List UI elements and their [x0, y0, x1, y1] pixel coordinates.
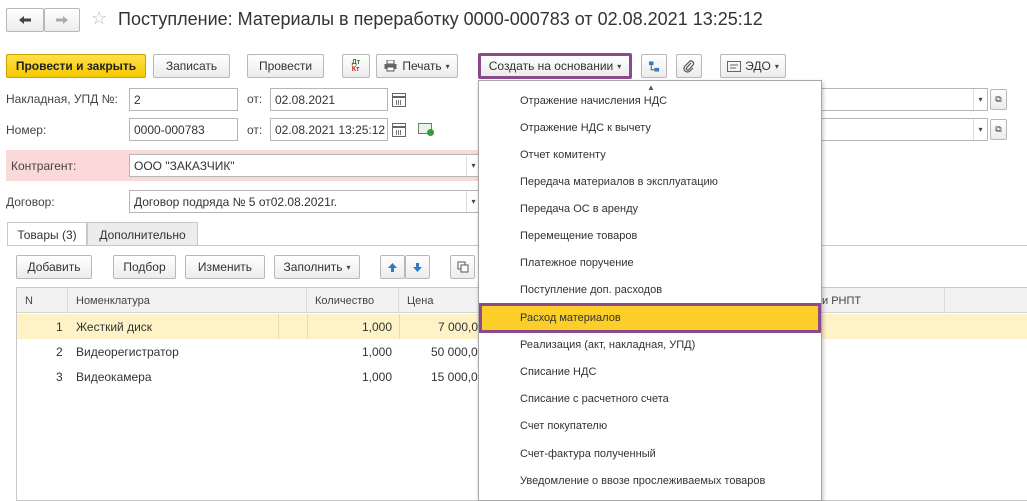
- counterparty-field[interactable]: ООО "ЗАКАЗЧИК": [129, 154, 480, 177]
- create-based-on-label: Создать на основании: [488, 59, 614, 73]
- menu-item[interactable]: Реализация (акт, накладная, УПД): [479, 331, 821, 358]
- fill-label: Заполнить: [283, 260, 343, 274]
- number-date-field[interactable]: 02.08.2021 13:25:12: [270, 118, 388, 141]
- move-up-button[interactable]: [380, 255, 405, 279]
- menu-item[interactable]: Передача материалов в эксплуатацию: [479, 168, 821, 195]
- print-label: Печать: [402, 59, 442, 73]
- row-name[interactable]: Жесткий диск: [76, 320, 152, 334]
- menu-item[interactable]: Счет-фактура полученный: [479, 440, 821, 467]
- chevron-down-icon: ▾: [346, 262, 351, 272]
- forward-button[interactable]: [44, 8, 80, 32]
- row-quantity[interactable]: 1,000: [362, 345, 392, 359]
- column-header-n[interactable]: N: [17, 288, 68, 313]
- dt-kt-button[interactable]: Дт Кт: [342, 54, 370, 78]
- select-button[interactable]: Подбор: [113, 255, 176, 279]
- row-price[interactable]: 15 000,0: [431, 370, 478, 384]
- menu-item-selected[interactable]: Расход материалов: [479, 303, 821, 333]
- edit-button[interactable]: Изменить: [185, 255, 265, 279]
- fill-button[interactable]: Заполнить ▾: [274, 255, 360, 279]
- row-quantity[interactable]: 1,000: [362, 320, 392, 334]
- row-price[interactable]: 7 000,0: [438, 320, 478, 334]
- chevron-down-icon[interactable]: ▾: [973, 119, 987, 140]
- add-button[interactable]: Добавить: [16, 255, 92, 279]
- cell-divider: [399, 314, 400, 339]
- post-button[interactable]: Провести: [247, 54, 324, 78]
- invoice-from-label: от:: [247, 92, 263, 106]
- cell-divider: [307, 314, 308, 339]
- edo-button[interactable]: ЭДО ▾: [720, 54, 786, 78]
- calendar-icon[interactable]: [392, 123, 406, 137]
- edo-label: ЭДО: [745, 59, 771, 73]
- page-title: Поступление: Материалы в переработку 000…: [118, 9, 763, 29]
- column-header-rnpt[interactable]: и РНПТ: [814, 288, 945, 313]
- attach-button[interactable]: [676, 54, 702, 78]
- row-name[interactable]: Видеокамера: [76, 370, 152, 384]
- arrow-up-icon: [388, 262, 397, 272]
- row-number: 1: [56, 320, 63, 334]
- back-button[interactable]: [6, 8, 44, 32]
- counterparty-label: Контрагент:: [11, 159, 77, 173]
- arrow-right-icon: [56, 16, 68, 24]
- number-from-label: от:: [247, 123, 263, 137]
- calendar-icon[interactable]: [392, 93, 406, 107]
- document-status-icon[interactable]: [418, 123, 434, 136]
- menu-item[interactable]: Отчет комитенту: [479, 141, 821, 168]
- contract-field[interactable]: Договор подряда № 5 от02.08.2021г.: [129, 190, 480, 213]
- dt-kt-icon: Дт Кт: [351, 59, 361, 73]
- menu-item[interactable]: Списание с расчетного счета: [479, 385, 821, 412]
- hierarchy-icon: [648, 60, 660, 72]
- copy-icon: [457, 261, 468, 273]
- structure-button[interactable]: [641, 54, 667, 78]
- edo-icon: [727, 60, 742, 72]
- contract-label: Договор:: [6, 195, 55, 209]
- move-down-button[interactable]: [405, 255, 430, 279]
- menu-item[interactable]: Поступление доп. расходов: [479, 276, 821, 303]
- right-field-2[interactable]: [820, 118, 988, 141]
- paperclip-icon: [683, 59, 695, 73]
- chevron-down-icon[interactable]: ▾: [973, 89, 987, 110]
- menu-item[interactable]: Списание НДС: [479, 358, 821, 385]
- menu-item[interactable]: Счет покупателю: [479, 412, 821, 439]
- menu-item[interactable]: Отражение начисления НДС: [479, 87, 821, 114]
- number-field[interactable]: 0000-000783: [129, 118, 238, 141]
- invoice-number-field[interactable]: 2: [129, 88, 238, 111]
- printer-icon: [384, 60, 397, 72]
- chevron-down-icon: ▾: [617, 61, 622, 71]
- tab-additional[interactable]: Дополнительно: [87, 222, 198, 246]
- row-quantity[interactable]: 1,000: [362, 370, 392, 384]
- chevron-down-icon: ▾: [774, 61, 779, 71]
- row-number: 3: [56, 370, 63, 384]
- row-number: 2: [56, 345, 63, 359]
- print-button[interactable]: Печать ▾: [376, 54, 458, 78]
- open-icon[interactable]: ⧉: [990, 89, 1007, 110]
- chevron-down-icon: ▾: [445, 61, 450, 71]
- star-icon[interactable]: ☆: [91, 8, 107, 29]
- open-icon[interactable]: ⧉: [990, 119, 1007, 140]
- column-header-nomenclature[interactable]: Номенклатура: [68, 288, 307, 313]
- cell-divider: [278, 314, 279, 339]
- invoice-number-label: Накладная, УПД №:: [6, 92, 118, 106]
- arrow-down-icon: [413, 262, 422, 272]
- invoice-date-field[interactable]: 02.08.2021: [270, 88, 388, 111]
- create-based-on-button[interactable]: Создать на основании ▾: [478, 53, 632, 79]
- arrow-left-icon: [19, 16, 31, 24]
- column-header-quantity[interactable]: Количество: [307, 288, 399, 313]
- menu-item[interactable]: Платежное поручение: [479, 249, 821, 276]
- copy-button[interactable]: [450, 255, 475, 279]
- menu-item[interactable]: Уведомление о ввозе прослеживаемых товар…: [479, 467, 821, 494]
- menu-item[interactable]: Отражение НДС к вычету: [479, 114, 821, 141]
- save-button[interactable]: Записать: [153, 54, 230, 78]
- post-and-close-button[interactable]: Провести и закрыть: [6, 54, 146, 78]
- tab-goods[interactable]: Товары (3): [7, 222, 87, 246]
- number-label: Номер:: [6, 123, 47, 137]
- menu-item[interactable]: Перемещение товаров: [479, 222, 821, 249]
- create-based-on-menu: ▲ Отражение начисления НДС Отражение НДС…: [478, 80, 822, 501]
- row-name[interactable]: Видеорегистратор: [76, 345, 179, 359]
- column-header-price[interactable]: Цена: [399, 288, 479, 313]
- row-price[interactable]: 50 000,0: [431, 345, 478, 359]
- right-field-1[interactable]: [820, 88, 988, 111]
- menu-item[interactable]: Передача ОС в аренду: [479, 195, 821, 222]
